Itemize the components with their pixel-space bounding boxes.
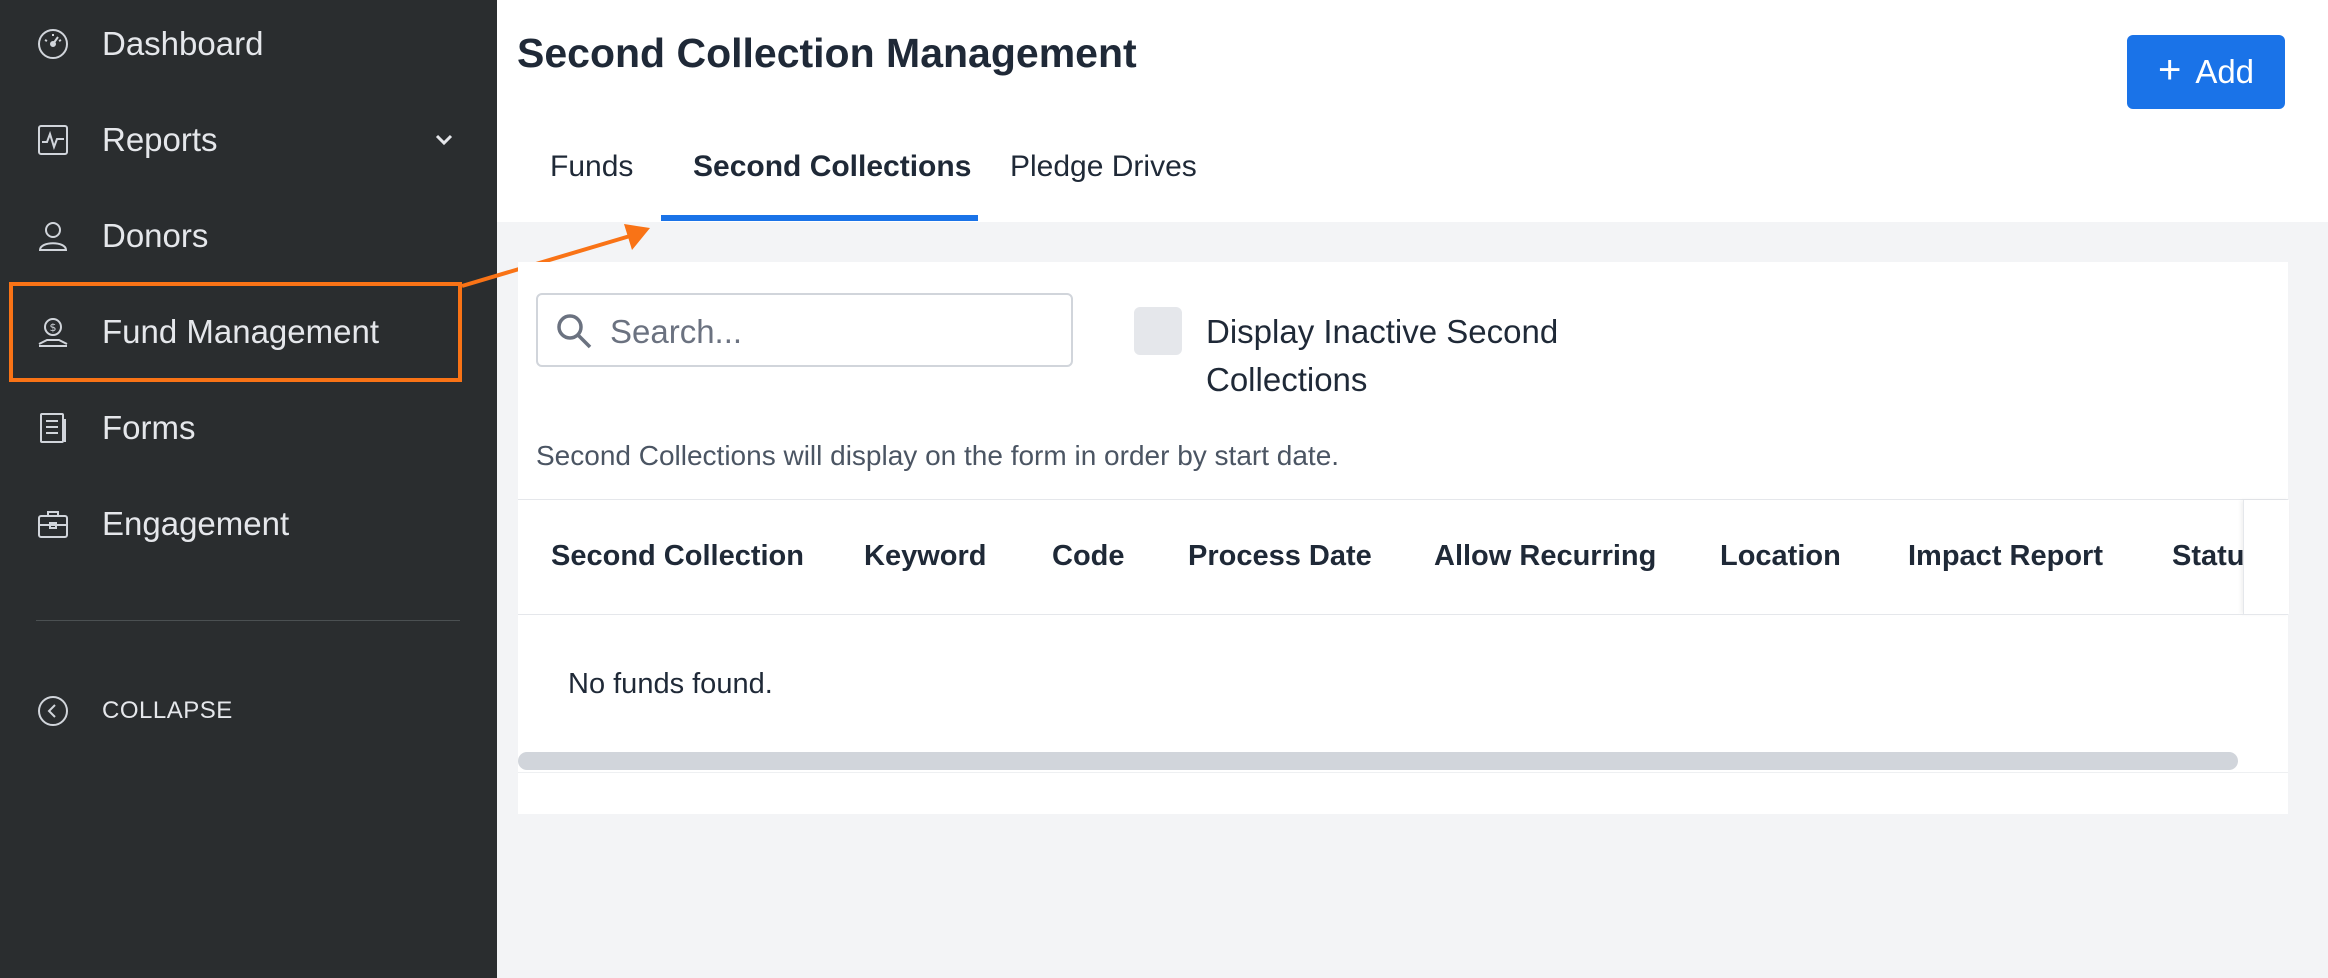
sidebar-item-label: Fund Management [102,313,380,350]
column-header[interactable]: Location [1720,540,1841,573]
tab-pledge-drives[interactable]: Pledge Drives [1010,150,1197,184]
chevron-left-circle-icon [36,694,70,728]
column-header[interactable]: Keyword [864,540,986,573]
sidebar-divider [36,620,460,621]
sidebar-item-engagement[interactable]: Engagement [0,476,497,572]
active-tab-indicator [661,215,978,221]
collapse-button[interactable]: COLLAPSE [0,680,497,744]
column-header[interactable]: Status [2172,540,2243,573]
sidebar: Dashboard Reports Donors $ Fund Manageme… [0,0,497,978]
page-header: Second Collection Management + Add Funds… [497,0,2328,222]
fund-management-icon: $ [36,315,70,349]
display-inactive-label: Display Inactive Second Collections [1206,313,1559,398]
tab-funds[interactable]: Funds [550,150,633,184]
sidebar-item-dashboard[interactable]: Dashboard [0,0,497,92]
horizontal-scrollbar-thumb[interactable] [518,752,2238,770]
tab-second-collections[interactable]: Second Collections [693,150,971,184]
page-title: Second Collection Management [517,30,1137,76]
sidebar-item-label: Reports [102,121,218,158]
sidebar-item-fund-management[interactable]: $ Fund Management [0,284,497,380]
sidebar-item-reports[interactable]: Reports [0,92,497,188]
empty-state-text: No funds found. [568,668,773,700]
sidebar-item-donors[interactable]: Donors [0,188,497,284]
table-header: Second Collection Keyword Code Process D… [518,500,2243,614]
info-text: Second Collections will display on the f… [536,440,1340,471]
search-icon [554,311,594,351]
search-input[interactable] [608,309,1052,355]
column-header[interactable]: Allow Recurring [1434,540,1656,573]
sidebar-item-label: Forms [102,409,196,446]
table-bottom-border [518,772,2288,773]
search-box[interactable] [536,293,1073,367]
sidebar-item-label: Donors [102,217,209,254]
engagement-briefcase-icon [36,507,70,541]
sidebar-item-label: Engagement [102,505,290,542]
column-header[interactable]: Process Date [1188,540,1372,573]
donors-person-icon [36,219,70,253]
reports-chart-icon [36,123,70,157]
collapse-label: COLLAPSE [102,697,233,724]
column-header[interactable]: Impact Report [1908,540,2103,573]
plus-icon: + [2157,48,2182,92]
display-inactive-checkbox[interactable] [1134,307,1182,355]
dashboard-gauge-icon [36,27,70,61]
add-button-label: Add [2195,53,2255,90]
sidebar-item-label: Dashboard [102,25,264,62]
column-header[interactable]: Code [1052,540,1125,573]
sticky-column [2243,500,2289,614]
sidebar-item-forms[interactable]: Forms [0,380,497,476]
forms-document-icon [36,411,70,445]
add-button[interactable]: + Add [2127,35,2285,109]
column-header[interactable]: Second Collection [551,540,804,573]
table-header-border [518,614,2288,615]
chevron-down-icon[interactable] [430,126,458,154]
svg-text:$: $ [50,321,57,334]
